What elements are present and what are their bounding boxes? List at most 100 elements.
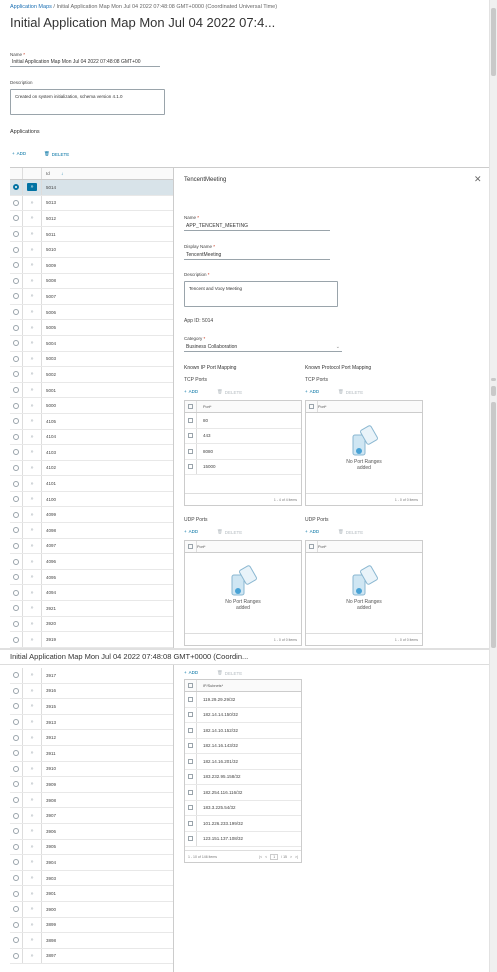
expand-row-icon[interactable]: » [23, 496, 41, 502]
application-row[interactable]: » 4104 [10, 429, 173, 446]
expand-row-icon[interactable]: » [23, 527, 41, 533]
application-row[interactable]: » 3897 [10, 948, 173, 965]
row-radio[interactable] [13, 340, 19, 347]
detail-description-textarea[interactable]: Tencent and Vooy Meeting [184, 281, 338, 307]
description-textarea[interactable]: Created on system initialization, schema… [10, 89, 165, 115]
expand-row-icon[interactable]: » [23, 844, 41, 850]
expand-row-icon[interactable]: » [23, 434, 41, 440]
select-all-checkbox[interactable] [309, 544, 314, 549]
expand-row-icon[interactable]: » [23, 356, 41, 362]
subnet-row[interactable]: 183.232.95.158/32 [185, 769, 301, 785]
application-row[interactable]: » 5007 [10, 289, 173, 305]
expand-row-icon[interactable]: » [23, 325, 41, 331]
row-radio[interactable] [13, 464, 19, 471]
application-row[interactable]: » 4094 [10, 585, 173, 602]
subnet-delete-button[interactable]: 🗑 DELETE [217, 670, 242, 676]
expand-row-icon[interactable]: » [23, 481, 41, 487]
row-checkbox[interactable] [188, 774, 193, 780]
row-radio[interactable] [13, 246, 19, 253]
expand-row-icon[interactable]: » [23, 574, 41, 580]
expand-row-icon[interactable]: » [23, 637, 41, 643]
application-row[interactable]: » 5000 [10, 398, 173, 414]
row-radio[interactable] [13, 906, 19, 913]
row-radio[interactable] [13, 387, 19, 394]
expand-row-icon[interactable]: » [23, 781, 41, 787]
expand-row-icon[interactable]: » [23, 735, 41, 741]
expand-row-icon[interactable]: » [27, 183, 37, 192]
select-all-checkbox[interactable] [188, 404, 193, 409]
row-radio[interactable] [13, 527, 19, 534]
application-row[interactable]: » 3921 [10, 601, 173, 617]
application-row[interactable]: » 3900 [10, 901, 173, 918]
expand-row-icon[interactable]: » [23, 605, 41, 611]
row-radio[interactable] [13, 184, 19, 191]
application-row[interactable]: » 4097 [10, 538, 173, 555]
row-radio[interactable] [13, 875, 19, 882]
application-row[interactable]: » 5005 [10, 320, 173, 336]
row-radio[interactable] [13, 937, 19, 944]
row-radio[interactable] [13, 215, 19, 222]
row-radio[interactable] [13, 859, 19, 866]
application-row[interactable]: » 3901 [10, 886, 173, 902]
row-checkbox[interactable] [188, 743, 193, 749]
ip-udp-add-button[interactable]: + ADD [184, 529, 198, 534]
row-radio[interactable] [13, 199, 19, 206]
select-all-checkbox[interactable] [188, 683, 193, 688]
ip-tcp-delete-button[interactable]: 🗑 DELETE [217, 389, 242, 395]
application-row[interactable]: » 3904 [10, 855, 173, 871]
column-header-id[interactable]: Id ↓ [42, 171, 63, 176]
port-row[interactable]: 15000 [185, 459, 301, 475]
application-row[interactable]: » 5012 [10, 211, 173, 227]
application-row[interactable]: » 5008 [10, 273, 173, 290]
prev-page-icon[interactable]: < [265, 855, 267, 859]
expand-row-icon[interactable]: » [23, 766, 41, 772]
expand-row-icon[interactable]: » [23, 559, 41, 565]
expand-row-icon[interactable]: » [23, 262, 41, 268]
subnet-add-button[interactable]: + ADD [184, 670, 198, 675]
expand-row-icon[interactable]: » [23, 797, 41, 803]
row-radio[interactable] [13, 231, 19, 238]
row-radio[interactable] [13, 574, 19, 581]
next-page-icon[interactable]: > [290, 855, 292, 859]
row-radio[interactable] [13, 293, 19, 300]
row-radio[interactable] [13, 371, 19, 378]
application-row[interactable]: » 3915 [10, 699, 173, 715]
application-row[interactable]: » 3908 [10, 792, 173, 809]
expand-row-icon[interactable]: » [23, 449, 41, 455]
application-row[interactable]: » 4095 [10, 569, 173, 586]
expand-row-icon[interactable]: » [23, 403, 41, 409]
expand-row-icon[interactable]: » [23, 719, 41, 725]
row-radio[interactable] [13, 672, 19, 679]
application-row[interactable]: » 3912 [10, 730, 173, 746]
application-row[interactable]: » 3906 [10, 823, 173, 840]
row-radio[interactable] [13, 687, 19, 694]
expand-row-icon[interactable]: » [23, 906, 41, 912]
port-row[interactable]: 443 [185, 428, 301, 444]
page-input[interactable]: 1 [270, 853, 279, 860]
expand-row-icon[interactable]: » [23, 231, 41, 237]
application-row[interactable]: » 4105 [10, 413, 173, 430]
port-row[interactable]: 80 [185, 413, 301, 429]
protocol-tcp-delete-button[interactable]: 🗑 DELETE [338, 389, 363, 395]
subnet-row[interactable]: 123.151.137.108/32 [185, 831, 301, 847]
application-row[interactable]: » 5002 [10, 367, 173, 383]
detail-name-input[interactable]: APP_TENCENT_MEETING [184, 222, 330, 231]
display-name-input[interactable]: TencentMeeting [184, 251, 330, 260]
row-checkbox[interactable] [188, 789, 193, 795]
expand-row-icon[interactable]: » [23, 750, 41, 756]
ip-udp-delete-button[interactable]: 🗑 DELETE [217, 529, 242, 535]
port-row[interactable]: 8080 [185, 444, 301, 460]
row-checkbox[interactable] [188, 758, 193, 764]
expand-row-icon[interactable]: » [23, 309, 41, 315]
expand-row-icon[interactable]: » [23, 828, 41, 834]
row-checkbox[interactable] [188, 448, 193, 454]
application-row[interactable]: » 5014 [10, 180, 173, 196]
row-radio[interactable] [13, 277, 19, 284]
add-application-button[interactable]: + ADD [12, 151, 26, 156]
scrollbar-thumb-lower[interactable] [491, 402, 496, 648]
expand-row-icon[interactable]: » [23, 672, 41, 678]
subnet-row[interactable]: 182.254.116.116/32 [185, 785, 301, 801]
category-select[interactable]: Business Collaboration ⌄ [184, 343, 342, 352]
row-radio[interactable] [13, 589, 19, 596]
delete-application-button[interactable]: 🗑 DELETE [44, 151, 69, 157]
